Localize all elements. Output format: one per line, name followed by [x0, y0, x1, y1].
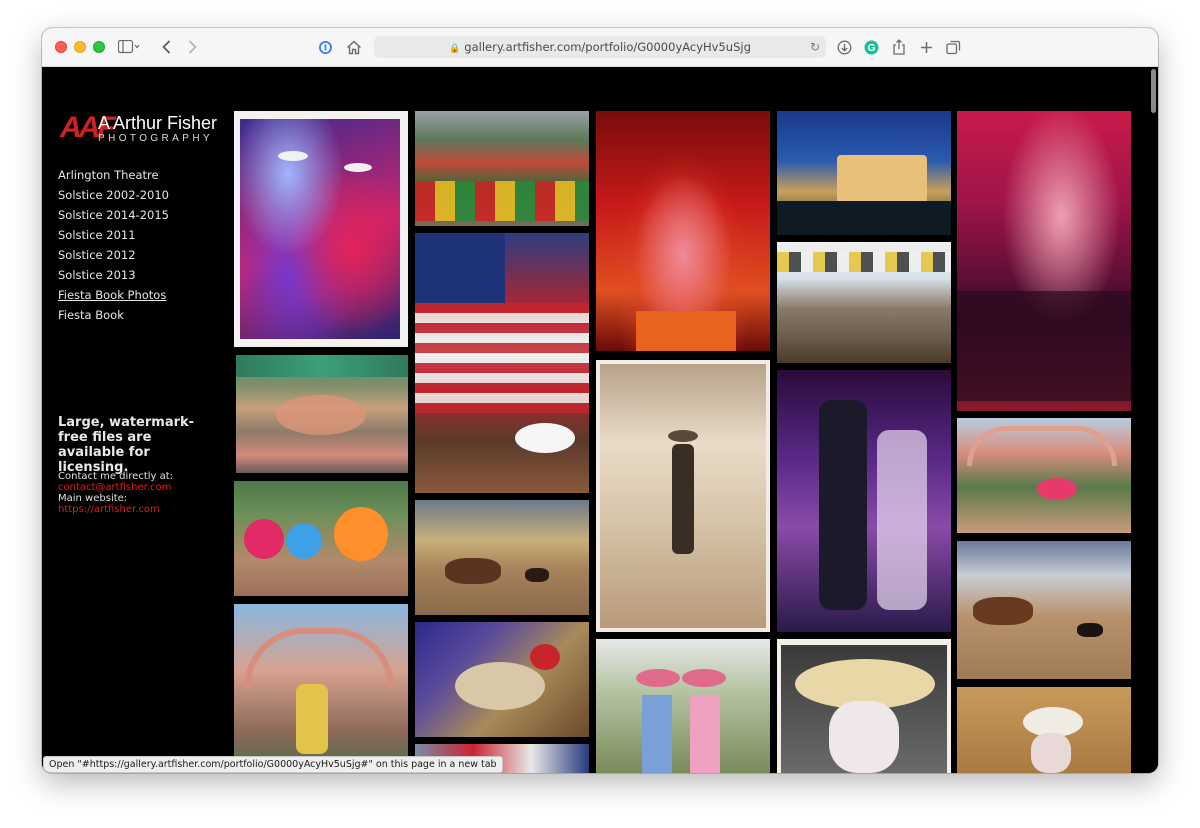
photo-rodeo-tie-down[interactable] — [957, 541, 1131, 679]
tab-overview-icon[interactable] — [944, 37, 962, 57]
nav-item-solstice-2013[interactable]: Solstice 2013 — [58, 265, 218, 285]
nav-item-fiesta-book-photos[interactable]: Fiesta Book Photos — [58, 285, 218, 305]
zoom-window-button[interactable] — [93, 41, 105, 53]
nav-item-solstice-2011[interactable]: Solstice 2011 — [58, 225, 218, 245]
contact-label: Contact me directly at: — [58, 471, 174, 482]
contact-email-link[interactable]: contact@artfisher.com — [58, 482, 228, 493]
photo-mission-courtyard-dancer[interactable] — [957, 418, 1131, 533]
photo-cowgirls-pink-hats[interactable] — [596, 639, 770, 773]
licensing-heading: Large, watermark-free files are availabl… — [58, 415, 195, 475]
contact-block: Contact me directly at: contact@artfishe… — [58, 471, 228, 515]
password-manager-icon[interactable] — [317, 37, 333, 57]
nav-item-arlington-theatre[interactable]: Arlington Theatre — [58, 165, 218, 185]
page-content: AAF A Arthur Fisher PHOTOGRAPHY Arlingto… — [42, 67, 1158, 773]
website-label: Main website: — [58, 493, 128, 504]
svg-text:G: G — [867, 43, 875, 54]
photo-courtyard-crowd[interactable] — [236, 355, 408, 473]
photo-market-stage-crowd[interactable] — [415, 111, 589, 226]
scrollbar[interactable] — [1148, 67, 1158, 773]
lock-icon: 🔒 — [449, 44, 461, 54]
logo-name: A Arthur Fisher — [98, 113, 218, 133]
home-icon[interactable] — [345, 37, 363, 57]
photo-american-flags-parade[interactable] — [415, 233, 589, 493]
link-status-bar: Open "#https://gallery.artfisher.com/por… — [43, 756, 503, 773]
photo-mission-dancer-arms-up[interactable] — [234, 604, 408, 773]
plus-icon[interactable] — [917, 37, 935, 57]
browser-toolbar: 🔒 gallery.artfisher.com/portfolio/G0000yA… — [42, 28, 1158, 67]
reload-icon[interactable]: ↻ — [810, 37, 820, 57]
sidebar-icon[interactable] — [114, 37, 144, 57]
website-link[interactable]: https://artfisher.com — [58, 504, 228, 515]
photo-folklorico-dancers-painted[interactable] — [234, 111, 408, 347]
browser-window: 🔒 gallery.artfisher.com/portfolio/G0000yA… — [42, 28, 1158, 773]
photo-courthouse-night[interactable] — [777, 111, 951, 235]
photo-sepia-vaquero-boy[interactable] — [596, 360, 770, 632]
photo-rodeo-clown[interactable] — [777, 639, 951, 773]
nav-item-solstice-2014-2015[interactable]: Solstice 2014-2015 — [58, 205, 218, 225]
nav-item-solstice-2012[interactable]: Solstice 2012 — [58, 245, 218, 265]
nav-item-solstice-2002-2010[interactable]: Solstice 2002-2010 — [58, 185, 218, 205]
scrollbar-thumb[interactable] — [1151, 69, 1156, 113]
download-icon[interactable] — [835, 37, 853, 57]
photo-street-fair-crowd[interactable] — [777, 242, 951, 363]
chevron-right-icon[interactable] — [184, 37, 200, 57]
photo-mutton-busting[interactable] — [415, 622, 589, 737]
minimize-window-button[interactable] — [74, 41, 86, 53]
chevron-left-icon[interactable] — [158, 37, 174, 57]
close-window-button[interactable] — [55, 41, 67, 53]
url-text: gallery.artfisher.com/portfolio/G0000yAc… — [464, 40, 751, 54]
site-logo[interactable]: AAF A Arthur Fisher PHOTOGRAPHY — [58, 111, 228, 155]
photo-rodeo-clown-action[interactable] — [957, 687, 1131, 773]
photo-dancers-group-red[interactable] — [957, 111, 1131, 411]
gallery-nav: Arlington Theatre Solstice 2002-2010 Sol… — [58, 165, 218, 325]
address-bar[interactable]: 🔒 gallery.artfisher.com/portfolio/G0000yA… — [374, 36, 826, 58]
share-icon[interactable] — [890, 37, 908, 57]
photo-rodeo-calf-roping[interactable] — [415, 500, 589, 615]
nav-item-fiesta-book[interactable]: Fiesta Book — [58, 305, 218, 325]
photo-mariachi-singer[interactable] — [777, 370, 951, 632]
photo-flamenco-dancer-red-dress[interactable] — [596, 111, 770, 351]
photo-dancers-colorful-skirts[interactable] — [234, 481, 408, 596]
logo-subtitle: PHOTOGRAPHY — [98, 133, 214, 144]
grammarly-icon[interactable]: G — [862, 37, 880, 57]
photo-gallery — [234, 111, 1134, 773]
